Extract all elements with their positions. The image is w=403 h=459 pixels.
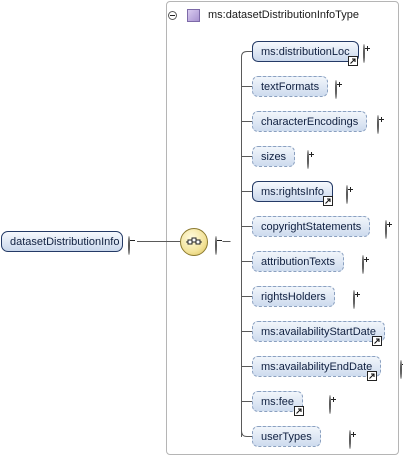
element-availability-start-date[interactable]: ms:availabilityStartDate xyxy=(252,321,385,342)
element-rights-info[interactable]: ms:rightsInfo xyxy=(252,181,333,202)
expand-distribution-loc-icon[interactable] xyxy=(363,44,365,63)
expand-text-formats-icon[interactable] xyxy=(335,80,337,99)
element-label: attributionTexts xyxy=(261,256,335,268)
element-label: characterEncodings xyxy=(261,116,359,128)
expand-rights-holders-icon[interactable] xyxy=(353,290,355,309)
reference-arrow-icon xyxy=(367,371,377,381)
expand-availability-end-date-icon[interactable] xyxy=(400,360,402,379)
element-label: sizes xyxy=(261,151,287,163)
element-label: ms:distributionLoc xyxy=(261,46,350,58)
element-label: ms:fee xyxy=(261,396,295,408)
reference-arrow-icon xyxy=(372,336,382,346)
element-character-encodings[interactable]: characterEncodings xyxy=(252,111,368,132)
expand-character-encodings-icon[interactable] xyxy=(377,115,379,134)
element-rights-holders[interactable]: rightsHolders xyxy=(252,286,335,307)
expand-sizes-icon[interactable] xyxy=(307,150,309,169)
element-label: ms:availabilityEndDate xyxy=(261,361,373,373)
element-label: textFormats xyxy=(261,81,320,93)
element-distribution-loc[interactable]: ms:distributionLoc xyxy=(252,41,359,62)
element-label: userTypes xyxy=(261,431,312,443)
reference-arrow-icon xyxy=(348,56,358,66)
reference-arrow-icon xyxy=(294,406,304,416)
element-copyright-statements[interactable]: copyrightStatements xyxy=(252,216,371,237)
element-user-types[interactable]: userTypes xyxy=(252,426,321,447)
element-label: ms:rightsInfo xyxy=(261,186,324,198)
element-label: copyrightStatements xyxy=(261,221,362,233)
expand-user-types-icon[interactable] xyxy=(349,430,351,449)
element-availability-end-date[interactable]: ms:availabilityEndDate xyxy=(252,356,382,377)
element-label: ms:availabilityStartDate xyxy=(261,326,376,338)
element-text-formats[interactable]: textFormats xyxy=(252,76,329,97)
element-label: rightsHolders xyxy=(261,291,326,303)
expand-fee-icon[interactable] xyxy=(329,395,331,414)
expand-attribution-texts-icon[interactable] xyxy=(362,255,364,274)
element-attribution-texts[interactable]: attributionTexts xyxy=(252,251,344,272)
reference-arrow-icon xyxy=(323,196,333,206)
expand-copyright-statements-icon[interactable] xyxy=(385,220,387,239)
element-sizes[interactable]: sizes xyxy=(252,146,296,167)
expand-rights-info-icon[interactable] xyxy=(346,185,348,204)
